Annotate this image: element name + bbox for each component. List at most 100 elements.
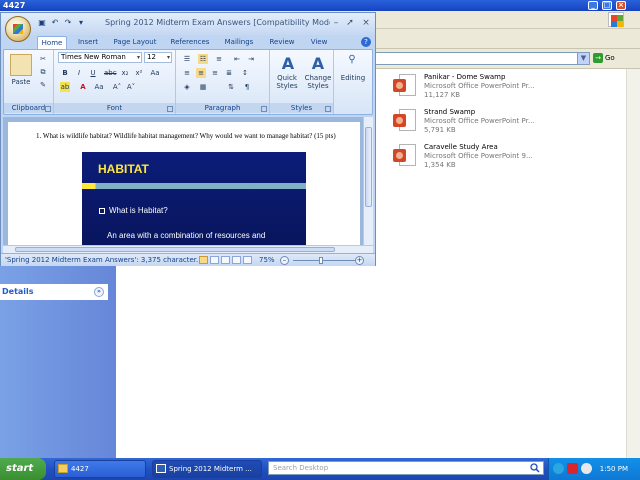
- align-right-icon[interactable]: ≡: [210, 68, 220, 78]
- editing-button[interactable]: Editing: [334, 74, 372, 82]
- underline-icon[interactable]: U: [88, 68, 98, 78]
- taskbar-button-word[interactable]: Spring 2012 Midterm ...: [152, 460, 262, 478]
- outline-icon[interactable]: [232, 256, 241, 264]
- dialog-launcher-icon[interactable]: [261, 106, 267, 112]
- tab-insert[interactable]: Insert: [71, 36, 105, 49]
- taskbar-button-explorer[interactable]: 4427: [54, 460, 146, 478]
- font-name-select[interactable]: Times New Roman ▾: [58, 52, 142, 63]
- maximize-icon[interactable]: □: [602, 1, 612, 10]
- decrease-indent-icon[interactable]: ⇤: [232, 54, 242, 64]
- font-color-icon[interactable]: A: [78, 82, 88, 92]
- horizontal-scrollbar[interactable]: [3, 245, 373, 253]
- dialog-launcher-icon[interactable]: [325, 106, 331, 112]
- cut-icon[interactable]: ✂: [38, 54, 48, 64]
- save-icon[interactable]: ▣: [37, 18, 47, 28]
- multilevel-list-icon[interactable]: ≡: [214, 54, 224, 64]
- numbering-icon[interactable]: ☷: [198, 54, 208, 64]
- minimize-icon[interactable]: _: [588, 1, 598, 10]
- tab-page-layout[interactable]: Page Layout: [109, 36, 161, 49]
- binoculars-icon[interactable]: ⚲: [342, 54, 362, 68]
- print-layout-icon[interactable]: [199, 256, 208, 264]
- change-styles-icon[interactable]: A: [308, 54, 328, 73]
- scroll-thumb[interactable]: [365, 127, 372, 207]
- line-spacing-icon[interactable]: ↕: [240, 68, 250, 78]
- tab-review[interactable]: Review: [263, 36, 301, 49]
- increase-indent-icon[interactable]: ⇥: [246, 54, 256, 64]
- format-painter-icon[interactable]: ✎: [38, 80, 48, 90]
- vertical-scrollbar[interactable]: [363, 117, 373, 245]
- borders-icon[interactable]: ▦: [198, 82, 208, 92]
- sort-icon[interactable]: ⇅: [226, 82, 236, 92]
- address-dropdown-icon[interactable]: ▼: [577, 53, 589, 64]
- draft-icon[interactable]: [243, 256, 252, 264]
- superscript-icon[interactable]: x²: [134, 68, 144, 78]
- show-marks-icon[interactable]: ¶: [242, 82, 252, 92]
- bold-icon[interactable]: B: [60, 68, 70, 78]
- go-button[interactable]: → Go: [593, 52, 623, 65]
- tab-home[interactable]: Home: [37, 36, 67, 49]
- web-layout-icon[interactable]: [221, 256, 230, 264]
- explorer-scrollbar[interactable]: [626, 69, 640, 458]
- font-size-select[interactable]: 12 ▾: [144, 52, 172, 63]
- embedded-slide[interactable]: HABITAT What is Habitat? An area with a …: [82, 152, 306, 245]
- search-icon[interactable]: [530, 463, 540, 473]
- zoom-in-icon[interactable]: +: [355, 256, 364, 265]
- change-styles-button[interactable]: Change Styles: [301, 74, 335, 90]
- grow-font-icon[interactable]: A˄: [112, 82, 122, 92]
- shrink-font-icon[interactable]: A˅: [126, 82, 136, 92]
- network-icon[interactable]: [581, 463, 592, 474]
- quick-styles-icon[interactable]: A: [278, 54, 298, 73]
- italic-icon[interactable]: I: [74, 68, 84, 78]
- copy-icon[interactable]: ⧉: [38, 67, 48, 77]
- tab-mailings[interactable]: Mailings: [219, 36, 259, 49]
- dialog-launcher-icon[interactable]: [167, 106, 173, 112]
- justify-icon[interactable]: ≣: [224, 68, 234, 78]
- zoom-out-icon[interactable]: –: [280, 256, 289, 265]
- taskbar-button-label: Spring 2012 Midterm ...: [169, 465, 252, 473]
- details-panel-header[interactable]: Details »: [0, 284, 108, 300]
- zoom-level[interactable]: 75%: [259, 256, 275, 264]
- start-button[interactable]: start: [0, 458, 46, 480]
- file-item[interactable]: Panikar - Dome Swamp Microsoft Office Po…: [392, 72, 592, 102]
- tab-view[interactable]: View: [305, 36, 333, 49]
- tab-references[interactable]: References: [165, 36, 215, 49]
- explorer-titlebar[interactable]: 4427 _ □ ×: [0, 0, 640, 11]
- paste-icon[interactable]: [10, 54, 32, 76]
- close-icon[interactable]: ×: [616, 1, 626, 10]
- zoom-slider-thumb[interactable]: [318, 257, 323, 264]
- subscript-icon[interactable]: x₂: [120, 68, 130, 78]
- dialog-launcher-icon[interactable]: [45, 106, 51, 112]
- strikethrough-icon[interactable]: abc: [104, 68, 117, 78]
- address-input[interactable]: ▼: [360, 52, 590, 65]
- back-icon[interactable]: [553, 463, 564, 474]
- paste-button[interactable]: Paste: [8, 78, 34, 86]
- align-center-icon[interactable]: ≡: [196, 68, 206, 78]
- align-left-icon[interactable]: ≡: [182, 68, 192, 78]
- undo-icon[interactable]: ↶: [50, 18, 60, 28]
- highlight-icon[interactable]: ab: [60, 82, 70, 92]
- ati-icon[interactable]: [567, 463, 578, 474]
- desktop-search-input[interactable]: Search Desktop: [268, 461, 544, 475]
- word-titlebar[interactable]: ▣ ↶ ↷ ▾ Spring 2012 Midterm Exam Answers [C…: [1, 13, 375, 35]
- help-icon[interactable]: ?: [361, 37, 371, 47]
- full-screen-icon[interactable]: [210, 256, 219, 264]
- scroll-thumb[interactable]: [15, 247, 335, 252]
- chevron-down-icon[interactable]: »: [94, 287, 104, 297]
- file-item[interactable]: Strand Swamp Microsoft Office PowerPoint…: [392, 107, 592, 137]
- customize-qat-icon[interactable]: ▾: [76, 18, 86, 28]
- explorer-title: 4427: [3, 1, 26, 10]
- quick-styles-button[interactable]: Quick Styles: [271, 74, 303, 90]
- minimize-icon[interactable]: –: [329, 17, 343, 29]
- close-icon[interactable]: ×: [359, 17, 373, 29]
- shading-icon[interactable]: ◈: [182, 82, 192, 92]
- file-item[interactable]: Caravelle Study Area Microsoft Office Po…: [392, 142, 592, 172]
- bullets-icon[interactable]: ☰: [182, 54, 192, 64]
- document-page[interactable]: 1. What is wildlife habitat? Wildlife ha…: [8, 122, 360, 245]
- clear-format-icon[interactable]: Aa: [150, 68, 160, 78]
- view-buttons: [199, 256, 254, 265]
- change-case-icon[interactable]: Aa: [94, 82, 104, 92]
- zoom-slider[interactable]: [293, 260, 355, 261]
- redo-icon[interactable]: ↷: [63, 18, 73, 28]
- word-count-status[interactable]: 'Spring 2012 Midterm Exam Answers': 3,37…: [5, 256, 203, 264]
- document-area[interactable]: 1. What is wildlife habitat? Wildlife ha…: [3, 117, 363, 245]
